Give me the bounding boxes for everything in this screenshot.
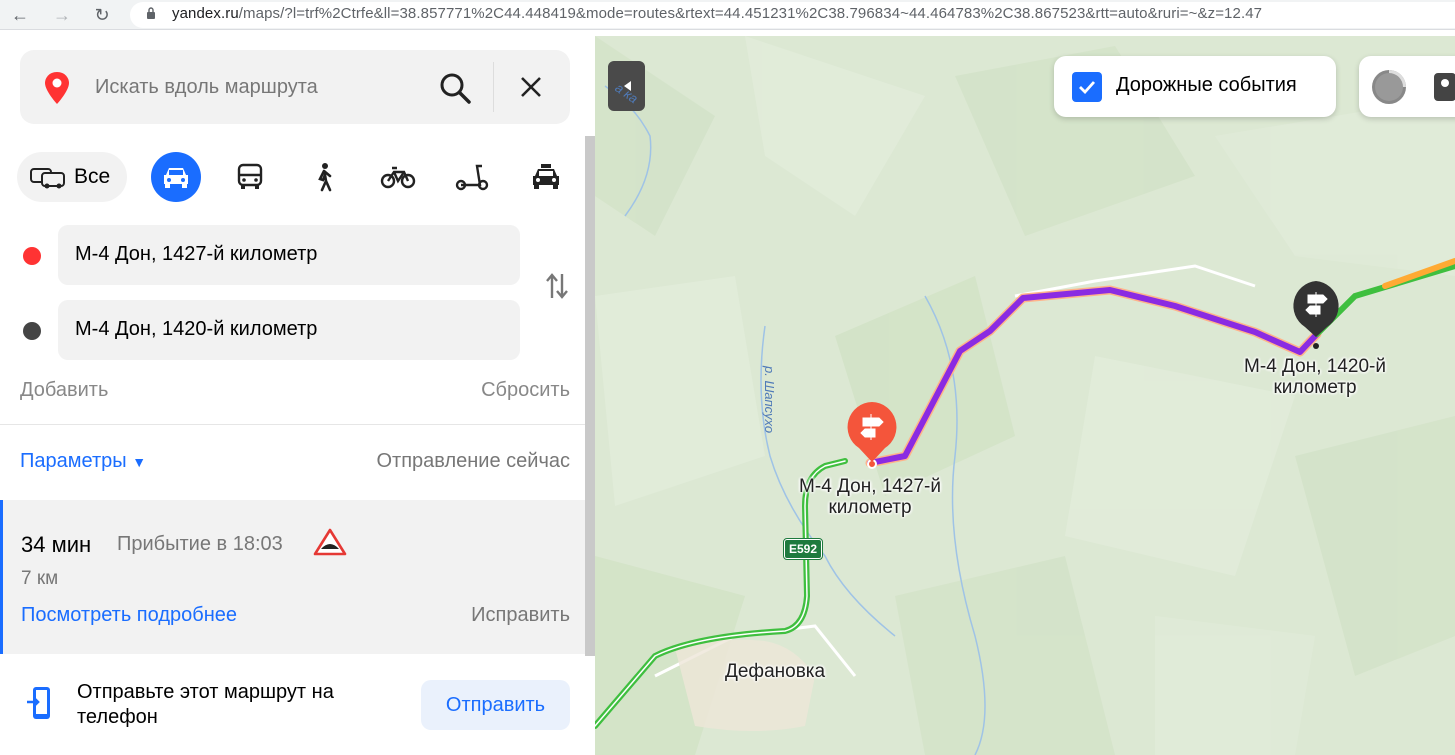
phone-icon bbox=[27, 687, 50, 719]
mode-all-label: Все bbox=[74, 165, 111, 188]
parameters-label: Параметры bbox=[20, 450, 127, 472]
departure-time[interactable]: Отправление сейчас bbox=[377, 450, 571, 473]
cars-icon bbox=[30, 168, 65, 189]
send-to-phone-text: Отправьте этот маршрут на телефон bbox=[77, 681, 334, 728]
close-icon[interactable] bbox=[516, 72, 546, 102]
mode-all-button[interactable]: Все bbox=[17, 152, 127, 202]
divider bbox=[0, 424, 585, 425]
check-icon bbox=[1079, 81, 1096, 94]
from-field[interactable]: М-4 Дон, 1427-й километр bbox=[58, 225, 520, 285]
taxi-icon bbox=[533, 164, 559, 189]
route-panel: Искать вдоль маршрута Все М-4 Дон, 1427-… bbox=[0, 36, 595, 755]
start-point-dot bbox=[23, 247, 41, 265]
mode-bike-button[interactable] bbox=[373, 152, 423, 202]
traffic-events-toggle[interactable]: Дорожные события bbox=[1054, 56, 1336, 117]
search-input[interactable]: Искать вдоль маршрута bbox=[95, 76, 318, 99]
lock-icon bbox=[147, 7, 155, 19]
mode-scooter-button[interactable] bbox=[447, 152, 497, 202]
send-to-phone-block: Отправьте этот маршрут на телефон Отправ… bbox=[0, 654, 585, 755]
url-host: yandex.ru bbox=[172, 5, 239, 22]
swap-points-icon[interactable] bbox=[543, 272, 571, 300]
traffic-light-icon[interactable] bbox=[1371, 69, 1407, 105]
route-details-link[interactable]: Посмотреть подробнее bbox=[21, 604, 237, 627]
add-point-link[interactable]: Добавить bbox=[20, 379, 108, 402]
triangle-down-icon: ▼ bbox=[132, 454, 147, 470]
panel-scrollbar[interactable] bbox=[585, 136, 595, 656]
url-path: /maps/?l=trf%2Ctrfe&ll=38.857771%2C44.44… bbox=[238, 5, 1263, 22]
transport-modes: Все bbox=[17, 152, 577, 202]
mode-taxi-button[interactable] bbox=[521, 152, 571, 202]
end-point-label: М-4 Дон, 1420-й километр bbox=[1244, 356, 1386, 398]
pedestrian-icon bbox=[318, 163, 332, 192]
start-marker-icon[interactable] bbox=[845, 400, 899, 466]
route-duration: 34 мин bbox=[21, 532, 92, 557]
forward-arrow-icon[interactable]: → bbox=[50, 3, 74, 27]
traffic-events-label: Дорожные события bbox=[1116, 74, 1297, 96]
end-marker-icon[interactable] bbox=[1289, 279, 1343, 339]
village-label: Дефановка bbox=[725, 661, 826, 682]
panorama-icon[interactable] bbox=[1432, 69, 1455, 105]
parameters-dropdown[interactable]: Параметры ▼ bbox=[20, 450, 146, 473]
scooter-icon bbox=[455, 164, 489, 191]
map-layers-panel bbox=[1359, 56, 1455, 117]
mode-car-button[interactable] bbox=[151, 152, 201, 202]
start-point-label: М-4 Дон, 1427-й километр bbox=[799, 476, 941, 518]
browser-toolbar: ← → ↻ yandex.ru/maps/?l=trf%2Ctrfe&ll=38… bbox=[0, 0, 1455, 30]
location-pin-icon bbox=[45, 72, 69, 104]
car-icon bbox=[164, 168, 188, 188]
route-distance: 7 км bbox=[21, 568, 59, 589]
route-search-box[interactable]: Искать вдоль маршрута bbox=[20, 50, 570, 124]
bicycle-icon bbox=[380, 166, 416, 189]
search-divider bbox=[493, 62, 494, 112]
road-bump-warning-icon bbox=[313, 528, 347, 556]
road-shield: E592 bbox=[782, 538, 824, 560]
url-text[interactable]: yandex.ru/maps/?l=trf%2Ctrfe&ll=38.85777… bbox=[172, 5, 1262, 22]
route-arrival: Прибытие в 18:03 bbox=[117, 533, 283, 555]
route-card[interactable]: 34 мин Прибытие в 18:03 7 км Посмотреть … bbox=[0, 500, 585, 654]
send-button[interactable]: Отправить bbox=[421, 680, 570, 730]
bus-icon bbox=[237, 163, 263, 189]
route-fix-link[interactable]: Исправить bbox=[471, 604, 570, 627]
search-icon[interactable] bbox=[438, 71, 472, 105]
reset-link[interactable]: Сбросить bbox=[481, 379, 570, 402]
river-label: р. Шапсухо bbox=[762, 366, 777, 434]
mode-bus-button[interactable] bbox=[225, 152, 275, 202]
reload-icon[interactable]: ↻ bbox=[90, 3, 114, 27]
traffic-events-checkbox[interactable] bbox=[1072, 72, 1102, 102]
back-arrow-icon[interactable]: ← bbox=[8, 3, 32, 27]
to-field[interactable]: М-4 Дон, 1420-й километр bbox=[58, 300, 520, 360]
end-point-dot bbox=[23, 322, 41, 340]
mode-walk-button[interactable] bbox=[299, 152, 349, 202]
map-view[interactable]: Дорожные события р. Шапсухо а ка М-4 Дон… bbox=[595, 36, 1455, 755]
